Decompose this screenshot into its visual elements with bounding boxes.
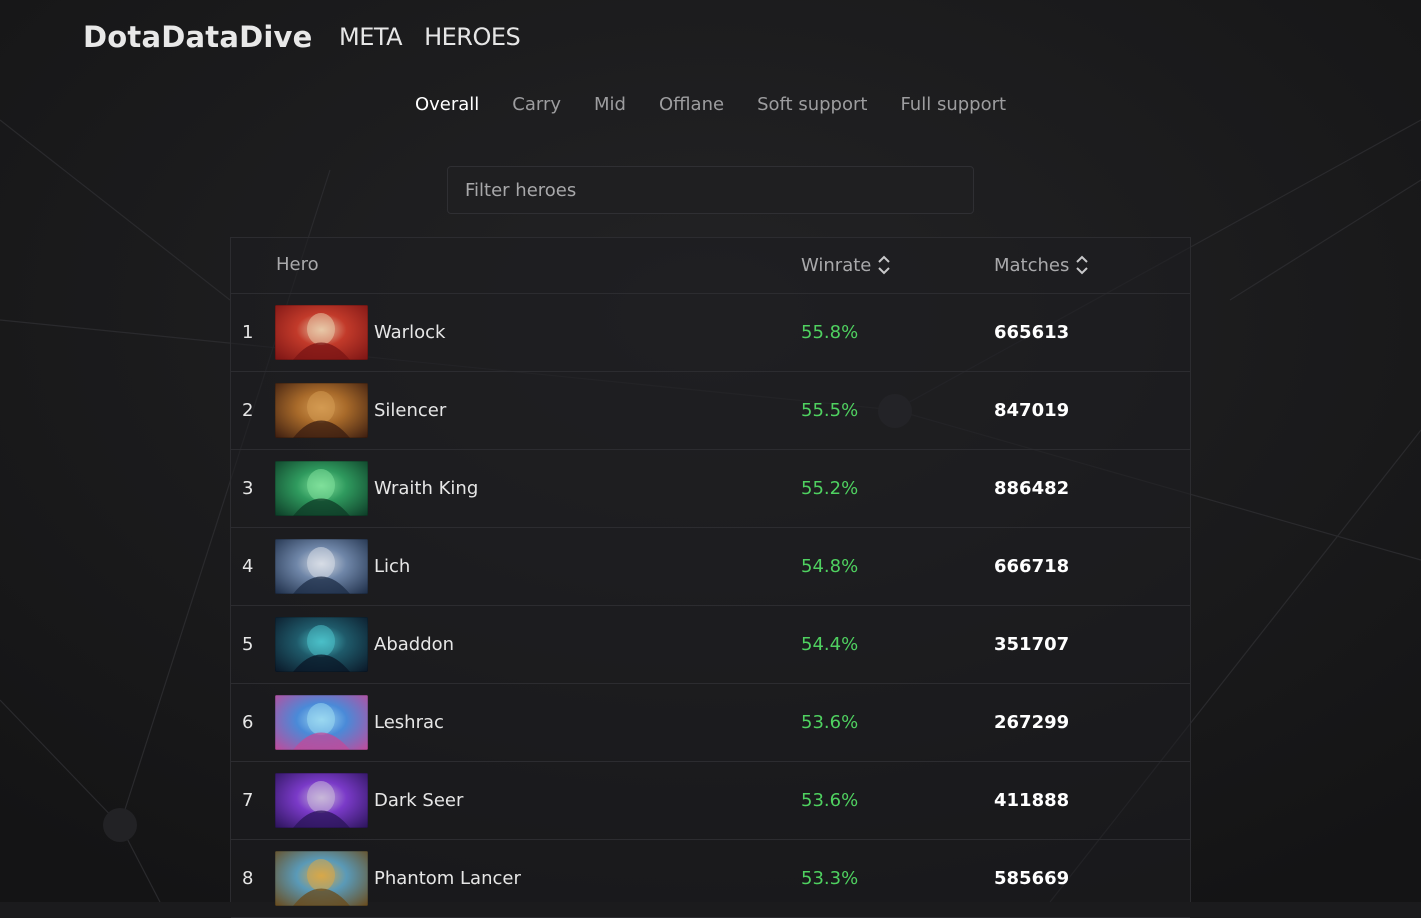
column-header-matches[interactable]: Matches: [994, 254, 1089, 276]
hero-silhouette-icon: [275, 539, 368, 594]
hero-silhouette-icon: [275, 461, 368, 516]
sort-icon: [878, 255, 891, 275]
winrate-value: 54.8%: [801, 556, 859, 577]
sort-icon: [1076, 255, 1089, 275]
hero-name-link[interactable]: Abaddon: [374, 634, 454, 655]
row-rank: 5: [242, 634, 254, 655]
table-row[interactable]: 2 Silencer 55.5% 847019: [231, 372, 1190, 450]
leshrac-portrait-icon[interactable]: [275, 695, 368, 750]
lich-portrait-icon[interactable]: [275, 539, 368, 594]
role-tabs: Overall Carry Mid Offlane Soft support F…: [0, 94, 1421, 115]
row-rank: 1: [242, 322, 254, 343]
winrate-value: 55.5%: [801, 400, 859, 421]
table-row[interactable]: 6 Leshrac 53.6% 267299: [231, 684, 1190, 762]
table-row[interactable]: 4 Lich 54.8% 666718: [231, 528, 1190, 606]
hero-silhouette-icon: [275, 851, 368, 906]
matches-value: 665613: [994, 322, 1070, 343]
column-header-hero: Hero: [276, 254, 319, 275]
table-row[interactable]: 5 Abaddon 54.4% 351707: [231, 606, 1190, 684]
hero-name-link[interactable]: Silencer: [374, 400, 446, 421]
winrate-value: 53.6%: [801, 712, 859, 733]
table-header: Hero Winrate Matches: [231, 238, 1190, 294]
matches-value: 411888: [994, 790, 1070, 811]
winrate-value: 53.3%: [801, 868, 859, 889]
tab-carry[interactable]: Carry: [512, 94, 561, 115]
hero-silhouette-icon: [275, 773, 368, 828]
matches-value: 351707: [994, 634, 1070, 655]
tab-mid[interactable]: Mid: [594, 94, 626, 115]
hero-silhouette-icon: [275, 695, 368, 750]
tab-overall[interactable]: Overall: [415, 94, 479, 115]
column-matches-label: Matches: [994, 254, 1070, 276]
row-rank: 7: [242, 790, 254, 811]
filter-heroes-input[interactable]: [447, 166, 974, 214]
hero-silhouette-icon: [275, 383, 368, 438]
table-row[interactable]: 7 Dark Seer 53.6% 411888: [231, 762, 1190, 840]
brand-logo[interactable]: DotaDataDive: [83, 20, 313, 54]
filter-wrapper: [447, 166, 974, 214]
hero-name-link[interactable]: Leshrac: [374, 712, 444, 733]
table-row[interactable]: 8 Phantom Lancer 53.3% 585669: [231, 840, 1190, 918]
wraith-king-portrait-icon[interactable]: [275, 461, 368, 516]
hero-name-link[interactable]: Phantom Lancer: [374, 868, 521, 889]
tab-full-support[interactable]: Full support: [900, 94, 1006, 115]
silencer-portrait-icon[interactable]: [275, 383, 368, 438]
row-rank: 2: [242, 400, 254, 421]
nav-meta-link[interactable]: META: [339, 23, 403, 51]
table-row[interactable]: 3 Wraith King 55.2% 886482: [231, 450, 1190, 528]
matches-value: 585669: [994, 868, 1070, 889]
row-rank: 3: [242, 478, 254, 499]
phantom-lancer-portrait-icon[interactable]: [275, 851, 368, 906]
matches-value: 847019: [994, 400, 1070, 421]
winrate-value: 53.6%: [801, 790, 859, 811]
hero-name-link[interactable]: Wraith King: [374, 478, 478, 499]
row-rank: 8: [242, 868, 254, 889]
matches-value: 666718: [994, 556, 1070, 577]
matches-value: 267299: [994, 712, 1070, 733]
row-rank: 4: [242, 556, 254, 577]
warlock-portrait-icon[interactable]: [275, 305, 368, 360]
winrate-value: 54.4%: [801, 634, 859, 655]
table-row[interactable]: 1 Warlock 55.8% 665613: [231, 294, 1190, 372]
top-header: DotaDataDive META HEROES: [0, 0, 1421, 80]
main-nav: META HEROES: [339, 23, 521, 51]
matches-value: 886482: [994, 478, 1070, 499]
dark-seer-portrait-icon[interactable]: [275, 773, 368, 828]
heroes-table: Hero Winrate Matches 1 Warlock 55.8% 665613…: [230, 237, 1191, 918]
column-header-winrate[interactable]: Winrate: [801, 254, 891, 276]
hero-name-link[interactable]: Warlock: [374, 322, 445, 343]
hero-silhouette-icon: [275, 305, 368, 360]
tab-soft-support[interactable]: Soft support: [757, 94, 867, 115]
hero-name-link[interactable]: Dark Seer: [374, 790, 463, 811]
nav-heroes-link[interactable]: HEROES: [424, 23, 521, 51]
column-winrate-label: Winrate: [801, 254, 872, 276]
hero-name-link[interactable]: Lich: [374, 556, 410, 577]
table-body: 1 Warlock 55.8% 665613 2 Silencer 55.5% 847019 3…: [231, 294, 1190, 918]
abaddon-portrait-icon[interactable]: [275, 617, 368, 672]
winrate-value: 55.8%: [801, 322, 859, 343]
column-hero-label: Hero: [276, 254, 319, 275]
tab-offlane[interactable]: Offlane: [659, 94, 724, 115]
row-rank: 6: [242, 712, 254, 733]
hero-silhouette-icon: [275, 617, 368, 672]
winrate-value: 55.2%: [801, 478, 859, 499]
